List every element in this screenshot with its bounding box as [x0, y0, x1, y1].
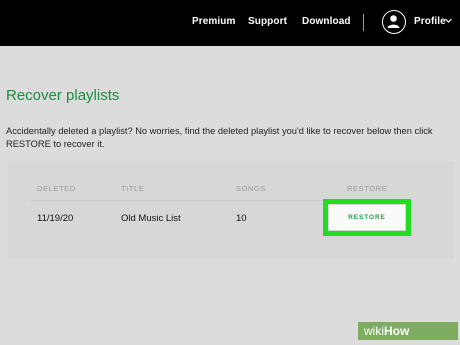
restore-button[interactable]: RESTORE [329, 205, 405, 230]
column-header-songs: SONGS [236, 184, 267, 193]
nav-divider [363, 14, 364, 31]
nav-download-link[interactable]: Download [302, 16, 351, 27]
nav-support-link[interactable]: Support [248, 16, 287, 27]
profile-menu-button[interactable]: Profile [414, 16, 446, 27]
top-nav-bar: Premium Support Download Profile [0, 0, 460, 46]
watermark-prefix: wiki [364, 324, 384, 338]
restore-button-label: RESTORE [348, 214, 386, 221]
watermark-suffix: How [384, 324, 410, 338]
page-title: Recover playlists [6, 87, 120, 104]
user-icon[interactable] [382, 10, 406, 34]
cell-playlist-title: Old Music List [121, 213, 181, 224]
chevron-down-icon[interactable] [444, 16, 453, 25]
page-description: Accidentally deleted a playlist? No worr… [6, 126, 433, 149]
nav-premium-link[interactable]: Premium [192, 16, 236, 27]
cell-song-count: 10 [236, 213, 247, 224]
column-header-title: TITLE [121, 184, 145, 193]
column-header-restore: RESTORE [347, 184, 388, 193]
wikihow-watermark: wiki How [358, 322, 458, 340]
cell-deleted-date: 11/19/20 [37, 213, 74, 224]
column-header-deleted: DELETED [37, 184, 76, 193]
